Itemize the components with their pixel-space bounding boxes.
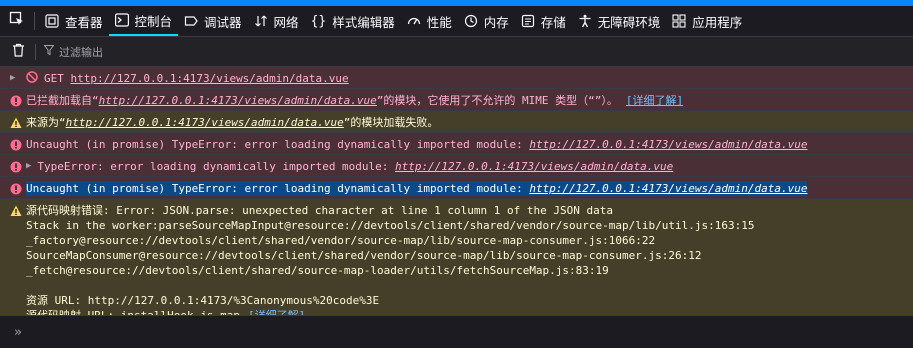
error-icon [10, 137, 26, 152]
source-map-line: _fetch@resource://devtools/client/shared… [26, 264, 609, 277]
tab-console-label: 控制台 [134, 13, 173, 29]
warning-icon [10, 203, 26, 218]
filter-placeholder: 过滤输出 [59, 45, 103, 59]
load-fail-prefix: 来源为“ [26, 116, 66, 129]
source-map-line: SourceMapConsumer@resource://devtools/cl… [26, 249, 702, 262]
error-icon [10, 181, 26, 196]
debugger-icon [184, 14, 198, 28]
tab-accessibility-label: 无障碍环境 [597, 14, 661, 30]
filter-input[interactable]: 过滤输出 [43, 44, 103, 60]
uncaught-error-url-link[interactable]: http://127.0.0.1:4173/views/admin/data.v… [529, 138, 807, 151]
tab-storage-label: 存储 [540, 14, 566, 30]
storage-icon [521, 14, 535, 28]
blocked-icon [26, 71, 44, 83]
warning-icon [10, 115, 26, 130]
tab-debugger[interactable]: 调试器 [178, 6, 248, 36]
filter-icon [43, 45, 55, 58]
network-error-row[interactable]: ▶ GET http://127.0.0.1:4173/views/admin/… [0, 67, 913, 89]
tab-inspector[interactable]: 查看器 [39, 6, 109, 36]
element-picker-icon [9, 11, 25, 31]
mime-error-suffix: ”的模块，它使用了不允许的 MIME 类型（“”）。 [376, 94, 618, 107]
memory-icon [464, 14, 478, 28]
error-icon [10, 159, 26, 174]
console-messages: ▶ GET http://127.0.0.1:4173/views/admin/… [0, 67, 913, 322]
tab-network-label: 网络 [273, 14, 299, 30]
console-warning-row: 来源为“http://127.0.0.1:4173/views/admin/da… [0, 111, 913, 133]
tab-memory[interactable]: 内存 [458, 6, 515, 36]
tab-console[interactable]: 控制台 [108, 6, 179, 36]
load-fail-url-link[interactable]: http://127.0.0.1:4173/views/admin/data.v… [66, 116, 344, 129]
source-map-line: _factory@resource://devtools/client/shar… [26, 234, 656, 247]
devtools-toolbar: 查看器 控制台 调试器 网络 {} 样式编辑器 性能 内存 存储 无障碍环境 应… [0, 6, 913, 37]
toolbar-separator [34, 12, 35, 30]
console-filter-bar: 过滤输出 [0, 37, 913, 67]
type-error-text: TypeError: error loading dynamically imp… [37, 160, 396, 173]
tab-memory-label: 内存 [483, 14, 509, 30]
source-map-line: Stack in the worker:parseSourceMapInput@… [26, 219, 755, 232]
style-editor-icon: {} [310, 13, 327, 29]
application-icon [672, 14, 686, 28]
filter-separator [35, 43, 36, 60]
source-map-warning-row: 源代码映射错误: Error: JSON.parse: unexpected c… [0, 199, 913, 322]
console-icon [114, 13, 129, 27]
tab-network[interactable]: 网络 [248, 6, 305, 36]
mime-error-prefix: 已拦截加载自“ [26, 94, 99, 107]
learn-more-link[interactable]: [详细了解] [626, 94, 683, 107]
source-map-line: 资源 URL: http://127.0.0.1:4173/%3Canonymo… [26, 294, 380, 307]
expand-arrow-icon[interactable]: ▶ [26, 159, 31, 174]
tab-style-editor[interactable]: {} 样式编辑器 [305, 6, 401, 36]
inspector-icon [45, 14, 59, 28]
console-input[interactable]: » [0, 315, 913, 348]
source-map-error-block: 源代码映射错误: Error: JSON.parse: unexpected c… [26, 203, 754, 323]
trash-icon [12, 42, 25, 61]
tab-inspector-label: 查看器 [65, 14, 103, 30]
tab-style-editor-label: 样式编辑器 [332, 14, 395, 30]
request-url-link[interactable]: http://127.0.0.1:4173/views/admin/data.v… [71, 72, 349, 85]
tab-debugger-label: 调试器 [204, 14, 242, 30]
tab-application-label: 应用程序 [692, 14, 743, 30]
console-error-row: Uncaught (in promise) TypeError: error l… [0, 177, 913, 199]
console-error-row[interactable]: ▶ TypeError: error loading dynamically i… [0, 155, 913, 177]
mime-error-url-link[interactable]: http://127.0.0.1:4173/views/admin/data.v… [99, 94, 377, 107]
uncaught-error-text: Uncaught (in promise) TypeError: error l… [26, 182, 530, 195]
tab-accessibility[interactable]: 无障碍环境 [572, 6, 667, 36]
network-icon [254, 14, 268, 28]
error-icon [10, 93, 26, 108]
expand-arrow-icon[interactable]: ▶ [10, 71, 26, 86]
load-fail-suffix: ”的模块加载失败。 [343, 116, 439, 129]
element-picker-button[interactable] [6, 10, 28, 32]
uncaught-error-url-link[interactable]: http://127.0.0.1:4173/views/admin/data.v… [529, 182, 807, 195]
source-map-blank-line [26, 278, 754, 293]
uncaught-error-text: Uncaught (in promise) TypeError: error l… [26, 138, 530, 151]
prompt-chevron-icon: » [14, 324, 22, 340]
console-error-row: 已拦截加载自“http://127.0.0.1:4173/views/admin… [0, 89, 913, 111]
source-map-line: 源代码映射错误: Error: JSON.parse: unexpected c… [26, 204, 613, 217]
tab-performance[interactable]: 性能 [401, 6, 458, 36]
console-error-row: Uncaught (in promise) TypeError: error l… [0, 133, 913, 155]
clear-console-button[interactable] [12, 42, 25, 61]
request-method: GET [44, 72, 71, 85]
tab-storage[interactable]: 存储 [515, 6, 572, 36]
tab-performance-label: 性能 [426, 14, 452, 30]
accessibility-icon [578, 14, 592, 28]
selected-text: Uncaught (in promise) TypeError: error l… [26, 181, 808, 196]
tab-application[interactable]: 应用程序 [666, 6, 748, 36]
type-error-url-link[interactable]: http://127.0.0.1:4173/views/admin/data.v… [395, 160, 673, 173]
performance-icon [407, 14, 421, 28]
